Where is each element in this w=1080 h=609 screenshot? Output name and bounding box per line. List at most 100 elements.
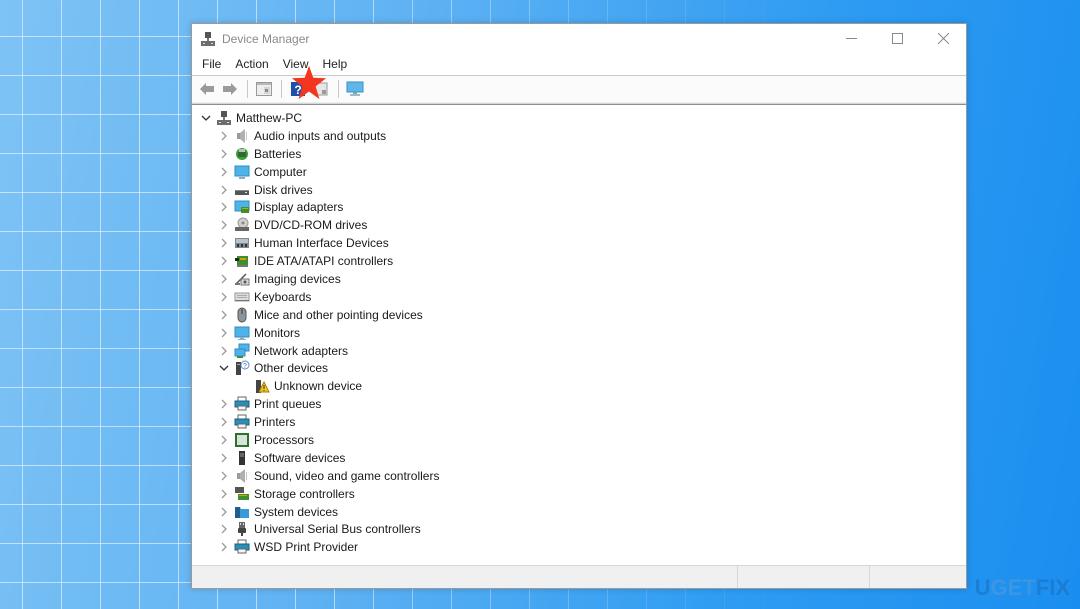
watermark-right: FIX bbox=[1035, 575, 1070, 600]
tree-item[interactable]: Storage controllers bbox=[192, 485, 966, 503]
processor-icon bbox=[235, 432, 249, 447]
expand-toggle[interactable] bbox=[217, 540, 231, 554]
tree-item[interactable]: Monitors bbox=[192, 324, 966, 342]
tree-item[interactable]: Network adapters bbox=[192, 342, 966, 360]
expand-toggle[interactable] bbox=[217, 129, 231, 143]
disk-drive-icon bbox=[235, 189, 249, 195]
chevron-right-icon bbox=[221, 328, 227, 338]
expand-toggle[interactable] bbox=[217, 469, 231, 483]
tree-item[interactable]: Imaging devices bbox=[192, 270, 966, 288]
chevron-right-icon bbox=[221, 274, 227, 284]
expand-toggle[interactable] bbox=[217, 361, 231, 375]
forward-button[interactable] bbox=[219, 78, 241, 100]
tree-item-label: Sound, video and game controllers bbox=[254, 468, 440, 483]
tree-item[interactable]: Display adapters bbox=[192, 198, 966, 216]
tree-item[interactable]: Processors bbox=[192, 431, 966, 449]
tree-item-label: Matthew-PC bbox=[236, 110, 303, 125]
expand-toggle[interactable] bbox=[217, 451, 231, 465]
tree-child-item[interactable]: Unknown device bbox=[192, 377, 966, 395]
monitor-scan-icon bbox=[346, 81, 364, 96]
chevron-right-icon bbox=[221, 202, 227, 212]
chevron-right-icon bbox=[221, 542, 227, 552]
expand-toggle[interactable] bbox=[217, 326, 231, 340]
expand-toggle[interactable] bbox=[217, 200, 231, 214]
tree-item[interactable]: Computer bbox=[192, 163, 966, 181]
tree-item-label: WSD Print Provider bbox=[254, 540, 359, 555]
chevron-right-icon bbox=[221, 220, 227, 230]
menu-file[interactable]: File bbox=[195, 53, 228, 75]
expand-toggle[interactable] bbox=[217, 147, 231, 161]
maximize-button[interactable] bbox=[874, 24, 920, 53]
hid-icon bbox=[235, 238, 249, 249]
ide-controller-icon bbox=[235, 256, 248, 268]
tree-item-label: Universal Serial Bus controllers bbox=[254, 522, 421, 537]
watermark-middle: GET bbox=[990, 575, 1036, 600]
battery-icon bbox=[236, 147, 248, 160]
chevron-right-icon bbox=[221, 238, 227, 248]
printer-icon bbox=[234, 414, 250, 429]
expand-toggle[interactable] bbox=[217, 308, 231, 322]
tree-item-label: Mice and other pointing devices bbox=[254, 307, 423, 322]
tree-item[interactable]: Human Interface Devices bbox=[192, 234, 966, 252]
tree-item[interactable]: Software devices bbox=[192, 449, 966, 467]
expand-toggle[interactable] bbox=[217, 505, 231, 519]
tree-item[interactable]: System devices bbox=[192, 503, 966, 521]
tree-root[interactable]: Matthew-PC bbox=[192, 109, 966, 127]
tree-item-label: Batteries bbox=[254, 146, 302, 161]
tree-item[interactable]: Disk drives bbox=[192, 181, 966, 199]
expand-toggle[interactable] bbox=[217, 165, 231, 179]
status-pane-main bbox=[192, 566, 738, 588]
tree-item[interactable]: Audio inputs and outputs bbox=[192, 127, 966, 145]
speaker-icon bbox=[237, 128, 247, 143]
tree-item[interactable]: WSD Print Provider bbox=[192, 538, 966, 556]
tree-item-label: Human Interface Devices bbox=[254, 236, 389, 251]
status-pane-tertiary bbox=[870, 566, 964, 588]
scan-for-hardware-changes-button[interactable] bbox=[344, 78, 366, 100]
tree-item-label: System devices bbox=[254, 504, 339, 519]
chevron-right-icon bbox=[221, 346, 227, 355]
expand-toggle[interactable] bbox=[217, 522, 231, 536]
show-hide-console-tree-button[interactable] bbox=[253, 78, 275, 100]
tree-item[interactable]: Universal Serial Bus controllers bbox=[192, 520, 966, 538]
back-button[interactable] bbox=[196, 78, 218, 100]
chevron-down-icon bbox=[201, 115, 211, 121]
computer-icon bbox=[234, 165, 250, 179]
expand-toggle[interactable] bbox=[217, 397, 231, 411]
expand-toggle[interactable] bbox=[217, 236, 231, 250]
printer-icon bbox=[234, 539, 250, 554]
expand-toggle[interactable] bbox=[217, 290, 231, 304]
tree-item-label: Software devices bbox=[254, 450, 346, 465]
expand-toggle[interactable] bbox=[217, 218, 231, 232]
tree-item[interactable]: DVD/CD-ROM drives bbox=[192, 216, 966, 234]
tree-item[interactable]: Keyboards bbox=[192, 288, 966, 306]
expand-toggle[interactable] bbox=[217, 254, 231, 268]
tree-item[interactable]: Mice and other pointing devices bbox=[192, 306, 966, 324]
chevron-right-icon bbox=[221, 435, 227, 445]
tree-item[interactable]: IDE ATA/ATAPI controllers bbox=[192, 252, 966, 270]
tree-item[interactable]: Batteries bbox=[192, 145, 966, 163]
tree-item[interactable]: Sound, video and game controllers bbox=[192, 467, 966, 485]
expand-toggle[interactable] bbox=[217, 433, 231, 447]
expand-toggle[interactable] bbox=[217, 344, 231, 358]
maximize-icon bbox=[891, 33, 903, 44]
expand-toggle[interactable] bbox=[217, 272, 231, 286]
title-bar[interactable]: Device Manager bbox=[192, 24, 966, 53]
camera-icon bbox=[235, 273, 250, 286]
minimize-button[interactable] bbox=[828, 24, 874, 53]
speaker-icon bbox=[237, 468, 247, 483]
printer-icon bbox=[234, 396, 250, 411]
display-adapter-icon bbox=[234, 200, 250, 214]
close-button[interactable] bbox=[920, 24, 966, 53]
expand-toggle[interactable] bbox=[199, 111, 213, 125]
tree-item[interactable]: Print queues bbox=[192, 395, 966, 413]
chevron-right-icon bbox=[221, 292, 227, 302]
chevron-right-icon bbox=[221, 453, 227, 463]
computer-network-icon bbox=[217, 110, 231, 125]
tree-item[interactable]: Printers bbox=[192, 413, 966, 431]
expand-toggle[interactable] bbox=[217, 183, 231, 197]
device-tree: Matthew-PC Audio inputs and outputs Batter… bbox=[192, 108, 966, 565]
tree-item[interactable]: ? Other devices bbox=[192, 359, 966, 377]
menu-action[interactable]: Action bbox=[228, 53, 275, 75]
expand-toggle[interactable] bbox=[217, 487, 231, 501]
expand-toggle[interactable] bbox=[217, 415, 231, 429]
